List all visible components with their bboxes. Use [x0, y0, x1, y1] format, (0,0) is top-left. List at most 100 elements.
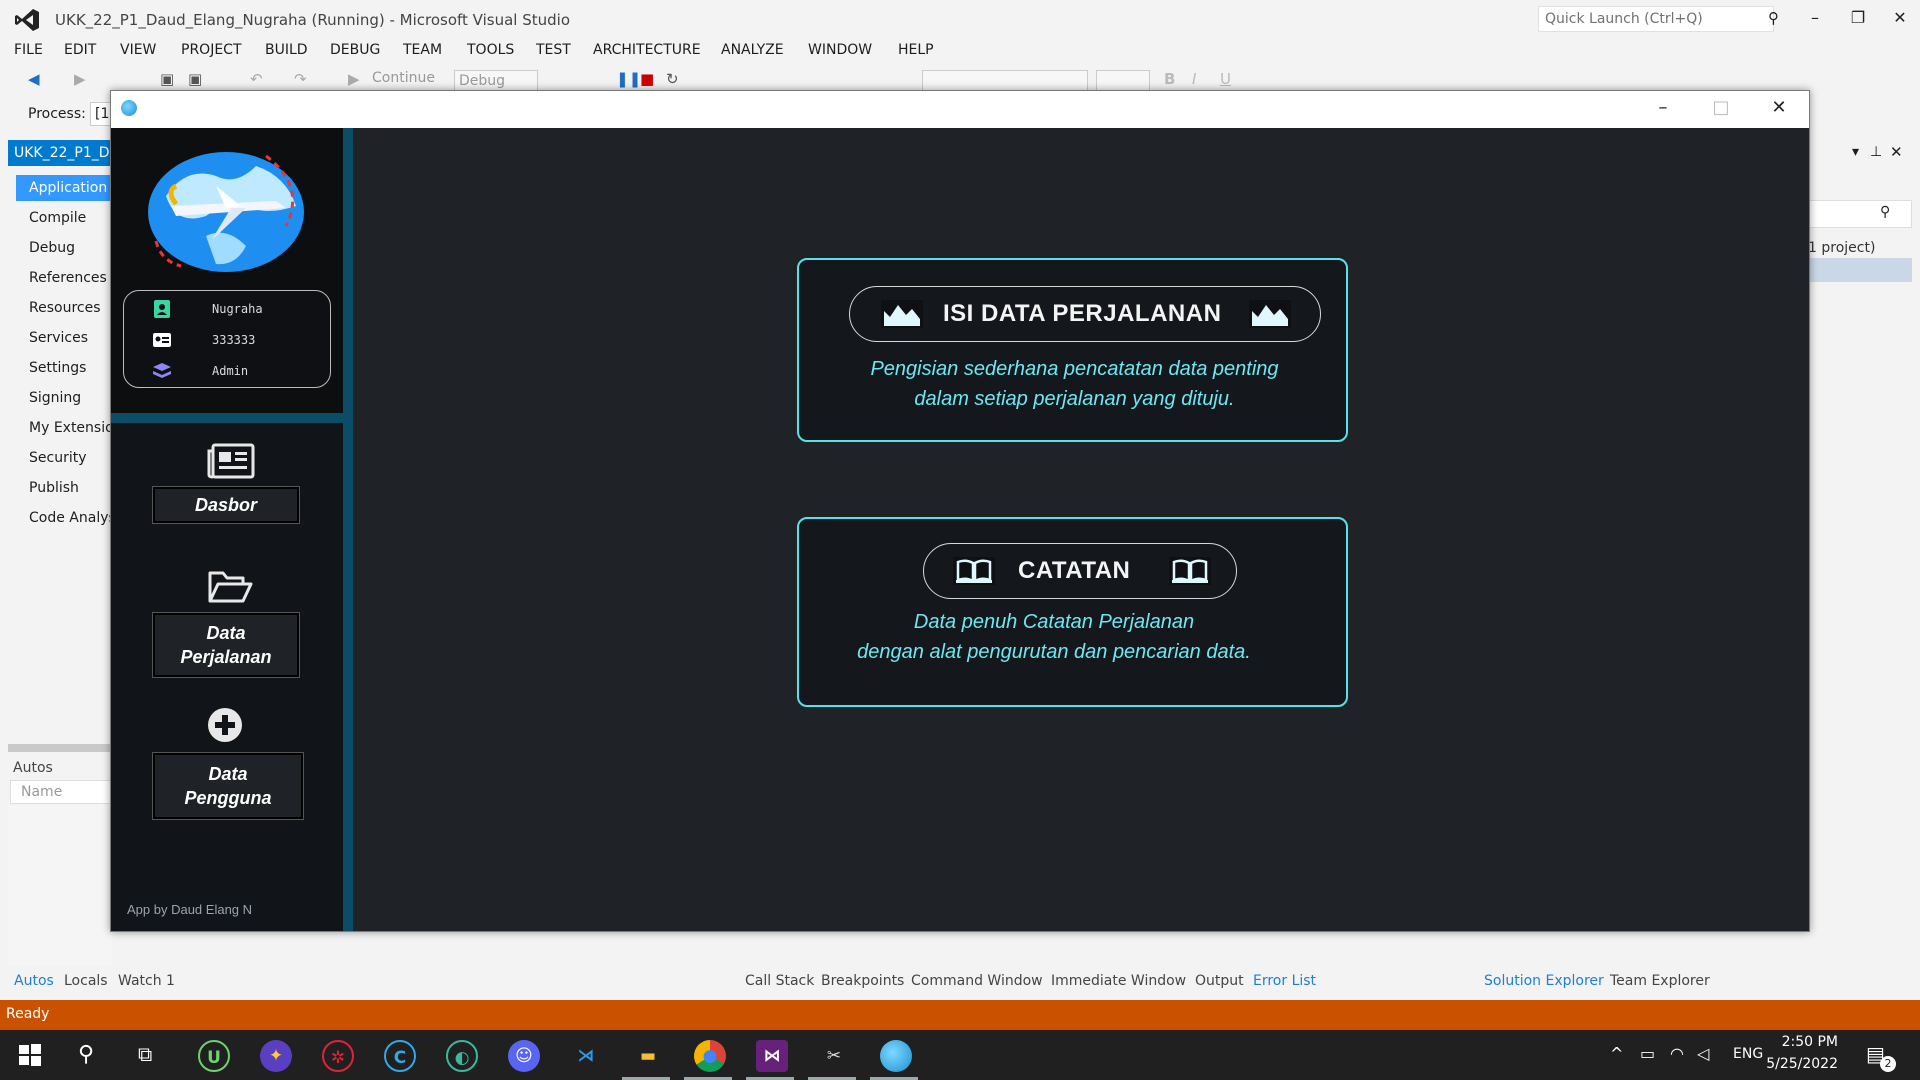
prop-publish[interactable]: Publish: [16, 475, 112, 501]
tab-team-explorer[interactable]: Team Explorer: [1610, 973, 1710, 989]
discord-icon[interactable]: ☺: [508, 1040, 540, 1072]
target-dropdown[interactable]: [922, 70, 1088, 92]
chevron-up-icon[interactable]: ^: [1610, 1044, 1623, 1063]
card-trip-entry[interactable]: ISI DATA PERJALANAN Pengisian sederhana …: [797, 258, 1348, 442]
folder-open-icon[interactable]: [207, 569, 253, 605]
prop-security[interactable]: Security: [16, 445, 112, 471]
italic-icon[interactable]: I: [1192, 70, 1196, 88]
notes-pill-button[interactable]: CATATAN: [923, 543, 1237, 599]
vs-restore-button[interactable]: ❐: [1838, 8, 1878, 32]
pause-icon[interactable]: ❚❚: [616, 70, 641, 88]
panel-close-icon[interactable]: ✕: [1890, 143, 1903, 161]
clock-date[interactable]: 5/25/2022: [1756, 1056, 1838, 1072]
prop-references[interactable]: References: [16, 265, 112, 291]
card-notes[interactable]: CATATAN Data penuh Catatan Perjalanan de…: [797, 517, 1348, 707]
menu-team[interactable]: TEAM: [403, 42, 442, 58]
tab-command-window[interactable]: Command Window: [911, 973, 1043, 989]
menu-test[interactable]: TEST: [536, 42, 571, 58]
tab-output[interactable]: Output: [1195, 973, 1244, 989]
tab-solution-explorer[interactable]: Solution Explorer: [1484, 973, 1604, 989]
vs-minimize-button[interactable]: –: [1795, 8, 1835, 32]
menu-build[interactable]: BUILD: [265, 42, 308, 58]
quick-launch-input[interactable]: Quick Launch (Ctrl+Q): [1538, 6, 1774, 32]
forward-icon[interactable]: ▶: [74, 70, 86, 88]
tab-immediate-window[interactable]: Immediate Window: [1051, 973, 1186, 989]
size-dropdown[interactable]: [1096, 70, 1150, 92]
solution-search-input[interactable]: [1808, 200, 1912, 228]
menu-edit[interactable]: EDIT: [64, 42, 96, 58]
nav-trips-button[interactable]: Data Perjalanan: [152, 612, 300, 678]
tab-watch[interactable]: Watch 1: [118, 973, 175, 989]
vscode-icon[interactable]: ⋊: [570, 1040, 602, 1072]
prop-debug[interactable]: Debug: [16, 235, 112, 261]
tab-autos[interactable]: Autos: [14, 973, 54, 989]
splitter[interactable]: [8, 744, 112, 752]
restart-icon[interactable]: ↻: [666, 70, 679, 88]
search-icon[interactable]: ⚲: [78, 1042, 94, 1067]
app-close-button[interactable]: ✕: [1759, 97, 1799, 121]
chrome-icon[interactable]: ●: [694, 1040, 726, 1072]
menu-project[interactable]: PROJECT: [181, 42, 242, 58]
bold-icon[interactable]: B: [1164, 70, 1175, 88]
prop-resources[interactable]: Resources: [16, 295, 112, 321]
file-explorer-icon[interactable]: ▬: [632, 1040, 664, 1072]
volume-icon[interactable]: ◁: [1697, 1044, 1709, 1063]
save-icon[interactable]: ▣: [160, 70, 174, 88]
prop-code-analysis[interactable]: Code Analys: [16, 505, 112, 531]
newspaper-icon[interactable]: [207, 443, 255, 479]
upwork-icon[interactable]: U: [198, 1040, 230, 1072]
menu-help[interactable]: HELP: [898, 42, 934, 58]
prop-application[interactable]: Application: [16, 175, 112, 201]
solution-tree-selected[interactable]: [1808, 258, 1912, 282]
back-icon[interactable]: ◀: [28, 70, 40, 88]
app-maximize-button[interactable]: □: [1701, 97, 1741, 121]
prop-compile[interactable]: Compile: [16, 205, 112, 231]
wifi-icon[interactable]: ◠: [1670, 1044, 1684, 1063]
task-view-icon[interactable]: ⧉: [138, 1042, 152, 1066]
save-all-icon[interactable]: ▣: [188, 70, 202, 88]
app-icon[interactable]: ✲: [322, 1040, 354, 1072]
autos-name-column[interactable]: Name: [10, 780, 112, 804]
menu-window[interactable]: WINDOW: [808, 42, 872, 58]
trip-entry-pill-button[interactable]: ISI DATA PERJALANAN: [849, 286, 1321, 342]
tools-icon[interactable]: ✂: [818, 1040, 850, 1072]
app-icon[interactable]: ✦: [260, 1040, 292, 1072]
stop-icon[interactable]: ■: [640, 70, 654, 88]
battery-icon[interactable]: ▭: [1640, 1044, 1655, 1063]
clock-time[interactable]: 2:50 PM: [1760, 1034, 1838, 1050]
tab-call-stack[interactable]: Call Stack: [745, 973, 814, 989]
search-icon[interactable]: ⚲: [1880, 204, 1890, 220]
menu-tools[interactable]: TOOLS: [467, 42, 514, 58]
prop-settings[interactable]: Settings: [16, 355, 112, 381]
dropdown-icon[interactable]: ▾: [1852, 144, 1859, 160]
nav-users-button[interactable]: Data Pengguna: [152, 752, 304, 820]
undo-icon[interactable]: ↶: [250, 70, 263, 88]
pin-icon[interactable]: ⊥: [1870, 144, 1882, 160]
continue-button[interactable]: Continue: [372, 70, 435, 86]
menu-architecture[interactable]: ARCHITECTURE: [593, 42, 701, 58]
redo-icon[interactable]: ↷: [294, 70, 307, 88]
project-tab[interactable]: UKK_22_P1_Da: [8, 140, 112, 166]
solution-tree-item[interactable]: 1 project): [1808, 240, 1912, 260]
visual-studio-icon[interactable]: ⋈: [756, 1040, 788, 1072]
tab-locals[interactable]: Locals: [64, 973, 108, 989]
plus-circle-icon[interactable]: [207, 707, 243, 743]
app-icon[interactable]: ◐: [446, 1040, 478, 1072]
underline-icon[interactable]: U: [1220, 70, 1231, 88]
tab-breakpoints[interactable]: Breakpoints: [821, 973, 904, 989]
prop-signing[interactable]: Signing: [16, 385, 112, 411]
search-icon[interactable]: ⚲: [1768, 9, 1779, 27]
tab-error-list[interactable]: Error List: [1253, 973, 1316, 989]
vs-close-button[interactable]: ✕: [1880, 8, 1920, 32]
config-dropdown[interactable]: Debug: [454, 70, 538, 92]
menu-view[interactable]: VIEW: [120, 42, 156, 58]
app-icon[interactable]: C: [384, 1040, 416, 1072]
app-running-icon[interactable]: [880, 1040, 912, 1072]
menu-file[interactable]: FILE: [14, 42, 43, 58]
prop-services[interactable]: Services: [16, 325, 112, 351]
prop-my-extensions[interactable]: My Extensio: [16, 415, 112, 441]
play-icon[interactable]: ▶: [348, 70, 360, 88]
app-minimize-button[interactable]: –: [1643, 97, 1683, 121]
menu-analyze[interactable]: ANALYZE: [721, 42, 784, 58]
windows-start-icon[interactable]: [18, 1043, 42, 1067]
